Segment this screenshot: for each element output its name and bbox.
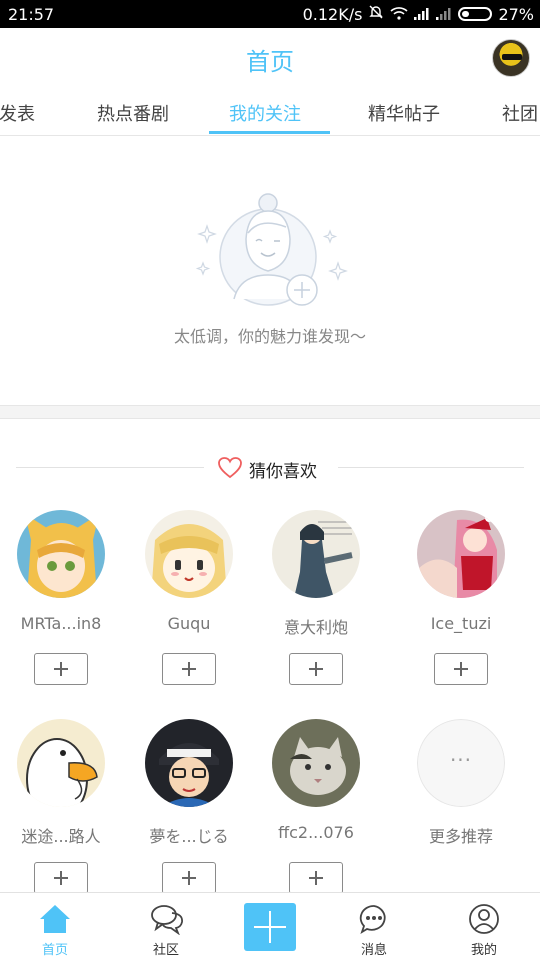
nav-profile-label: 我的 [470,943,497,958]
user-name: Guqu [167,614,211,633]
nav-community-label: 社区 [152,943,179,958]
follow-button[interactable] [162,653,216,685]
nav-profile[interactable]: 我的 [430,893,538,960]
follow-button[interactable] [289,653,343,685]
page-title: 首页 [246,48,294,76]
wifi-icon [390,5,408,24]
recommend-title: 猜你喜欢 [249,462,317,482]
battery-percent: 27% [498,4,534,24]
profile-icon [468,903,500,935]
user-avatar-6[interactable] [145,719,233,807]
user-avatar[interactable] [492,39,530,77]
status-right: 0.12K/s 27% [303,4,534,24]
publish-plus-button[interactable] [244,903,296,951]
follow-button[interactable] [34,862,88,894]
user-name: 迷途...路人 [21,827,101,846]
follow-button[interactable] [162,862,216,894]
user-avatar-3[interactable] [272,510,360,598]
user-avatar-4[interactable] [417,510,505,598]
user-name: 夢を...じる [149,827,229,846]
tab-club[interactable]: 社团 [502,100,538,126]
user-name: MRTa...in8 [20,614,102,633]
battery-level [462,11,470,17]
empty-state: 太低调，你的魅力谁发现～ [0,137,540,405]
bottom-nav: 首页 社区 消息 我的 [0,892,540,960]
empty-message: 太低调，你的魅力谁发现～ [173,327,366,346]
nav-community[interactable]: 社区 [112,893,220,960]
user-avatar-2[interactable] [145,510,233,598]
section-divider [0,405,540,419]
more-recommend-button[interactable]: ··· [417,719,505,807]
home-icon [39,903,71,935]
follow-button[interactable] [289,862,343,894]
user-avatar-5[interactable] [17,719,105,807]
nav-home-label: 首页 [41,943,68,958]
signal-icon-2 [436,5,452,24]
status-bar: 21:57 0.12K/s 27% [0,0,540,28]
nav-home[interactable]: 首页 [1,893,109,960]
tab-featured[interactable]: 精华帖子 [368,100,440,126]
user-avatar-1[interactable] [17,510,105,598]
more-dots-icon: ··· [417,719,505,807]
follow-button[interactable] [34,653,88,685]
tab-following[interactable]: 我的关注 [229,100,301,126]
empty-person-illustration [195,193,348,306]
user-name: Ice_tuzi [430,614,492,633]
divider-line-right [338,467,524,468]
mute-icon [368,4,384,24]
active-tab-indicator [209,131,330,134]
tab-hot-anime[interactable]: 热点番剧 [97,100,169,126]
chat-bubbles-icon [150,903,183,936]
recommend-header: 猜你喜欢 [0,454,540,482]
avatar-sunglasses [502,54,522,60]
status-time: 21:57 [8,5,55,24]
user-name: ffc2...076 [278,823,354,842]
header: 首页 [0,28,540,88]
more-recommend-label: 更多推荐 [428,827,493,846]
nav-messages-label: 消息 [360,943,387,958]
user-avatar-7[interactable] [272,719,360,807]
network-speed: 0.12K/s [302,4,363,24]
battery-icon [458,7,493,21]
tab-bar: 发表 热点番剧 我的关注 精华帖子 社团 [0,88,540,136]
nav-messages[interactable]: 消息 [320,893,428,960]
user-name: 意大利炮 [283,618,348,637]
message-icon [358,903,390,935]
divider-line-left [16,467,204,468]
signal-icon [414,5,430,24]
heart-icon [217,456,243,484]
tab-post[interactable]: 发表 [0,100,35,126]
follow-button[interactable] [434,653,488,685]
app-root: 21:57 0.12K/s 27% 首页 发表 热点番剧 我的关注 精华帖子 社… [0,0,540,960]
